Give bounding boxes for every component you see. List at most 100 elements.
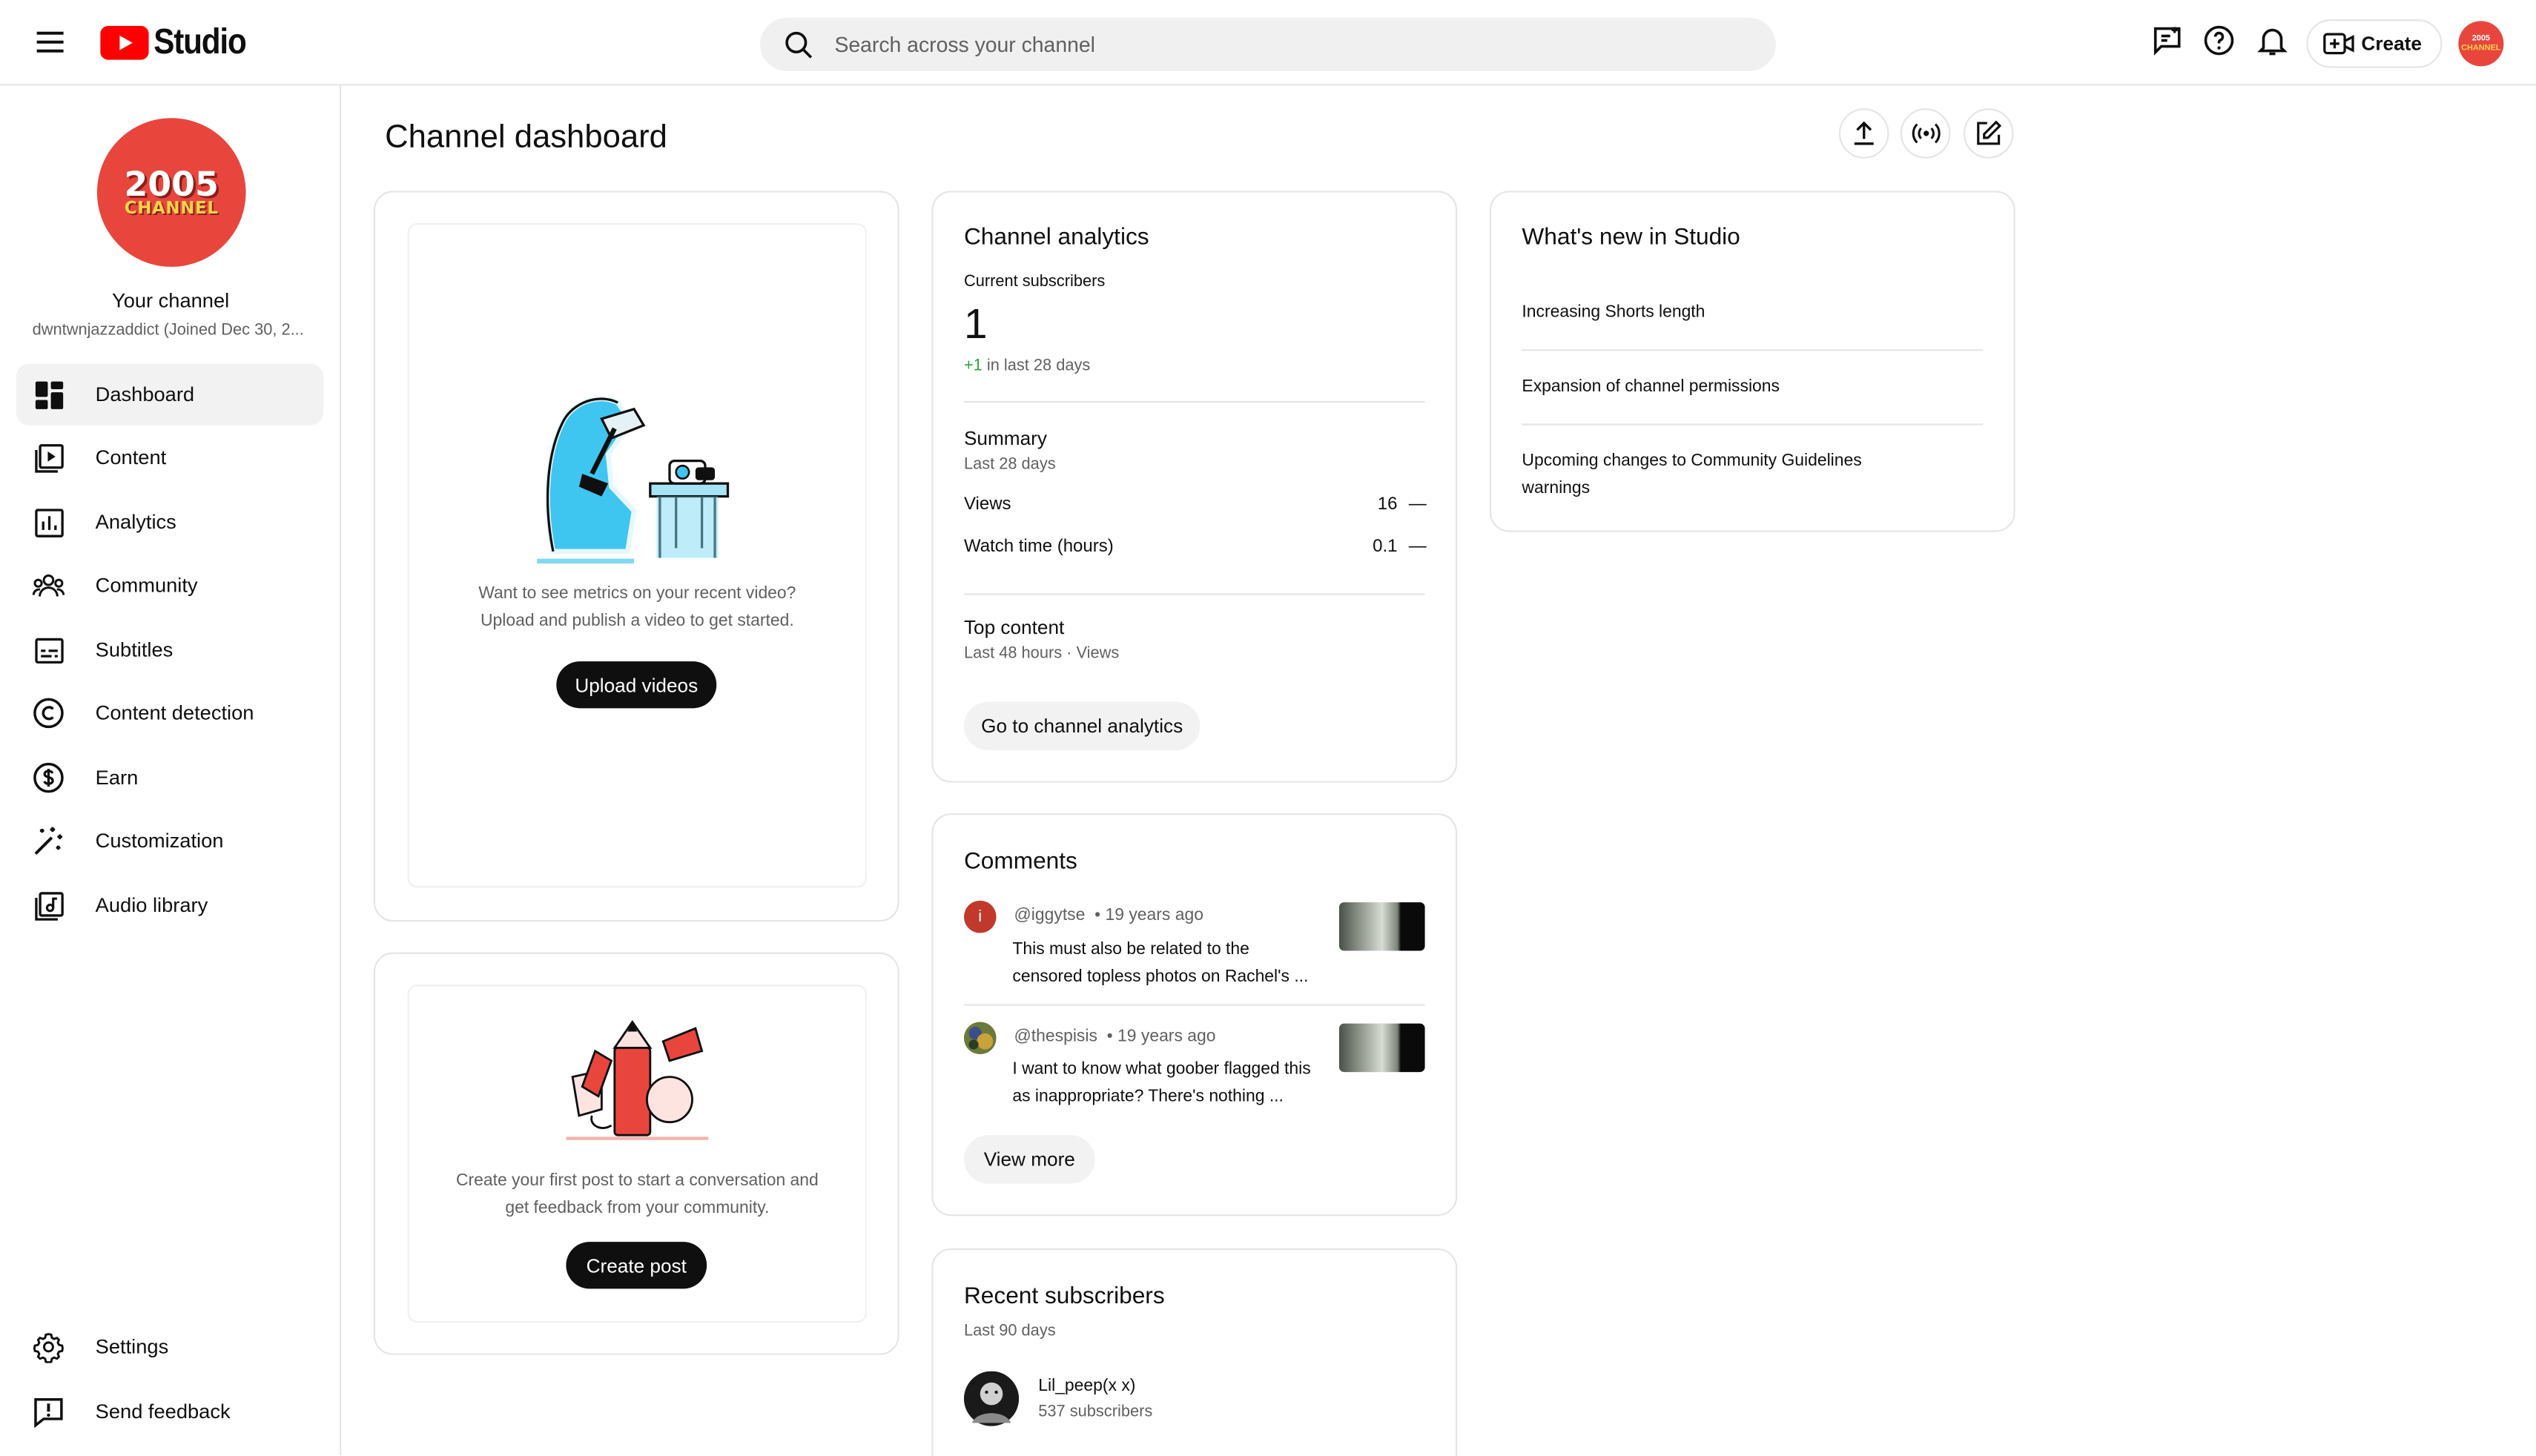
account-avatar-line1: 2005 (2471, 33, 2490, 44)
create-post-message: Create your first post to start a conver… (408, 1168, 867, 1221)
sidebar-item-analytics[interactable]: Analytics (16, 492, 323, 553)
news-item[interactable]: Increasing Shorts length (1522, 300, 1958, 326)
news-item-line1: Increasing Shorts length (1522, 302, 1705, 322)
upload-button[interactable] (1838, 108, 1889, 159)
comment-text-line1: This must also be related to the (1012, 939, 1249, 959)
copyright-icon (33, 697, 65, 729)
divider (1522, 423, 1984, 426)
sidebar-item-dashboard[interactable]: Dashboard (16, 363, 324, 426)
upload-icon (1854, 121, 1874, 145)
studio-dashboard: Studio Create 2005 CHANNEL 2005 CHANNEL … (0, 0, 2536, 1456)
channel-avatar-line1: 2005 (124, 164, 219, 203)
subscriber-name[interactable]: Lil_peep(x x) (1038, 1376, 1135, 1395)
sidebar-item-content-detection[interactable]: Content detection (16, 682, 323, 744)
analytics-icon (33, 506, 65, 539)
search-bar[interactable] (760, 17, 1776, 71)
hamburger-menu-icon[interactable] (33, 24, 68, 60)
audio-library-icon (33, 890, 65, 922)
sidebar-item-label: Customization (95, 829, 224, 853)
go-to-channel-analytics-button[interactable]: Go to channel analytics (963, 701, 1201, 751)
top-bar: Studio Create 2005 CHANNEL (0, 0, 2536, 86)
create-post-button[interactable]: Create post (566, 1242, 707, 1289)
subscribers-delta-suffix: in last 28 days (986, 357, 1091, 376)
account-avatar-line2: CHANNEL (2461, 43, 2501, 53)
gear-icon (33, 1331, 65, 1363)
subtitles-feedback-icon[interactable] (2150, 23, 2185, 59)
top-content-title: Top content (963, 616, 1065, 639)
comment-time: • 19 years ago (1094, 905, 1203, 925)
divider (963, 1004, 1425, 1006)
sidebar-item-audio-library[interactable]: Audio library (16, 875, 323, 936)
upload-videos-button[interactable]: Upload videos (556, 661, 717, 709)
video-plus-icon (2323, 33, 2354, 55)
current-subscribers-label: Current subscribers (963, 273, 1106, 291)
dollar-icon (33, 761, 65, 794)
sidebar-item-content[interactable]: Content (16, 427, 323, 489)
account-avatar[interactable]: 2005 CHANNEL (2458, 21, 2504, 67)
comment-author-avatar[interactable] (963, 1022, 997, 1055)
search-icon (785, 30, 813, 58)
news-item[interactable]: Upcoming changes to Community Guidelines… (1522, 448, 1958, 501)
subscriber-avatar[interactable] (963, 1371, 1020, 1426)
comment-meta: @thespisis • 19 years ago (1014, 1027, 1216, 1046)
comment-author[interactable]: @iggytse (1014, 905, 1086, 924)
logo-text: Studio (153, 21, 247, 62)
channel-avatar-line2: CHANNEL (124, 198, 219, 218)
recent-subscribers-period: Last 90 days (963, 1323, 1056, 1341)
comment-author[interactable]: @thespisis (1014, 1027, 1097, 1046)
sidebar-item-label: Subtitles (95, 638, 174, 662)
comment-text[interactable]: I want to know what goober flagged this … (1012, 1056, 1335, 1109)
search-input[interactable] (834, 32, 1708, 57)
youtube-play-icon (100, 24, 149, 59)
create-post-card (373, 952, 899, 1355)
subscriber-count: 537 subscribers (1038, 1403, 1153, 1422)
live-broadcast-icon (1911, 123, 1940, 144)
sidebar-item-subtitles[interactable]: Subtitles (16, 619, 323, 681)
magic-wand-icon (33, 824, 65, 857)
comment-text-line2: as inappropriate? There's nothing ... (1012, 1085, 1284, 1105)
studio-logo[interactable]: Studio (100, 21, 258, 63)
sidebar-item-settings[interactable]: Settings (16, 1316, 323, 1377)
channel-avatar[interactable]: 2005 CHANNEL (96, 118, 246, 267)
help-icon[interactable] (2202, 23, 2237, 59)
watch-time-label: Watch time (hours) (963, 537, 1114, 557)
sidebar-item-send-feedback[interactable]: Send feedback (16, 1381, 323, 1443)
dashboard-icon (33, 378, 65, 411)
feedback-icon (33, 1395, 65, 1428)
sidebar-item-customization[interactable]: Customization (16, 810, 323, 872)
sidebar-item-label: Analytics (95, 511, 176, 534)
watch-time-value: 0.1 (1373, 537, 1398, 557)
comment-text[interactable]: This must also be related to the censore… (1012, 936, 1327, 990)
upload-card-message: Want to see metrics on your recent video… (408, 580, 867, 634)
go-live-button[interactable] (1900, 108, 1951, 159)
video-thumbnail[interactable] (1338, 902, 1425, 951)
sidebar-item-community[interactable]: Community (16, 555, 323, 616)
upload-illustration-icon (537, 396, 730, 564)
your-channel-title: Your channel (112, 289, 230, 312)
news-item-line1: Upcoming changes to Community Guidelines (1522, 451, 1862, 471)
news-item[interactable]: Expansion of channel permissions (1522, 374, 1958, 400)
sidebar-item-earn[interactable]: Earn (16, 747, 323, 809)
news-item-line1: Expansion of channel permissions (1522, 377, 1780, 397)
watch-time-trend: — (1408, 537, 1427, 557)
sidebar: 2005 CHANNEL Your channel dwntwnjazzaddi… (0, 85, 342, 1456)
create-post-shortcut-button[interactable] (1963, 108, 2014, 159)
summary-title: Summary (963, 426, 1047, 450)
upload-card-line2: Upload and publish a video to get starte… (480, 610, 794, 630)
create-label: Create (2361, 32, 2422, 56)
sidebar-item-label: Dashboard (95, 383, 195, 406)
comment-author-avatar[interactable]: i (963, 900, 997, 933)
create-button[interactable]: Create (2306, 19, 2443, 68)
divider (1522, 349, 1984, 351)
recent-subscribers-title: Recent subscribers (963, 1283, 1165, 1310)
summary-period: Last 28 days (963, 456, 1056, 474)
divider (963, 593, 1425, 595)
sidebar-item-label: Community (95, 574, 198, 597)
news-item-line2: warnings (1522, 477, 1591, 497)
video-thumbnail[interactable] (1338, 1023, 1425, 1073)
notifications-bell-icon[interactable] (2254, 23, 2290, 59)
views-value: 16 (1377, 494, 1398, 514)
view-more-button[interactable]: View more (963, 1135, 1095, 1184)
create-post-line1: Create your first post to start a conver… (455, 1171, 819, 1191)
whats-new-title: What's new in Studio (1522, 225, 1740, 251)
